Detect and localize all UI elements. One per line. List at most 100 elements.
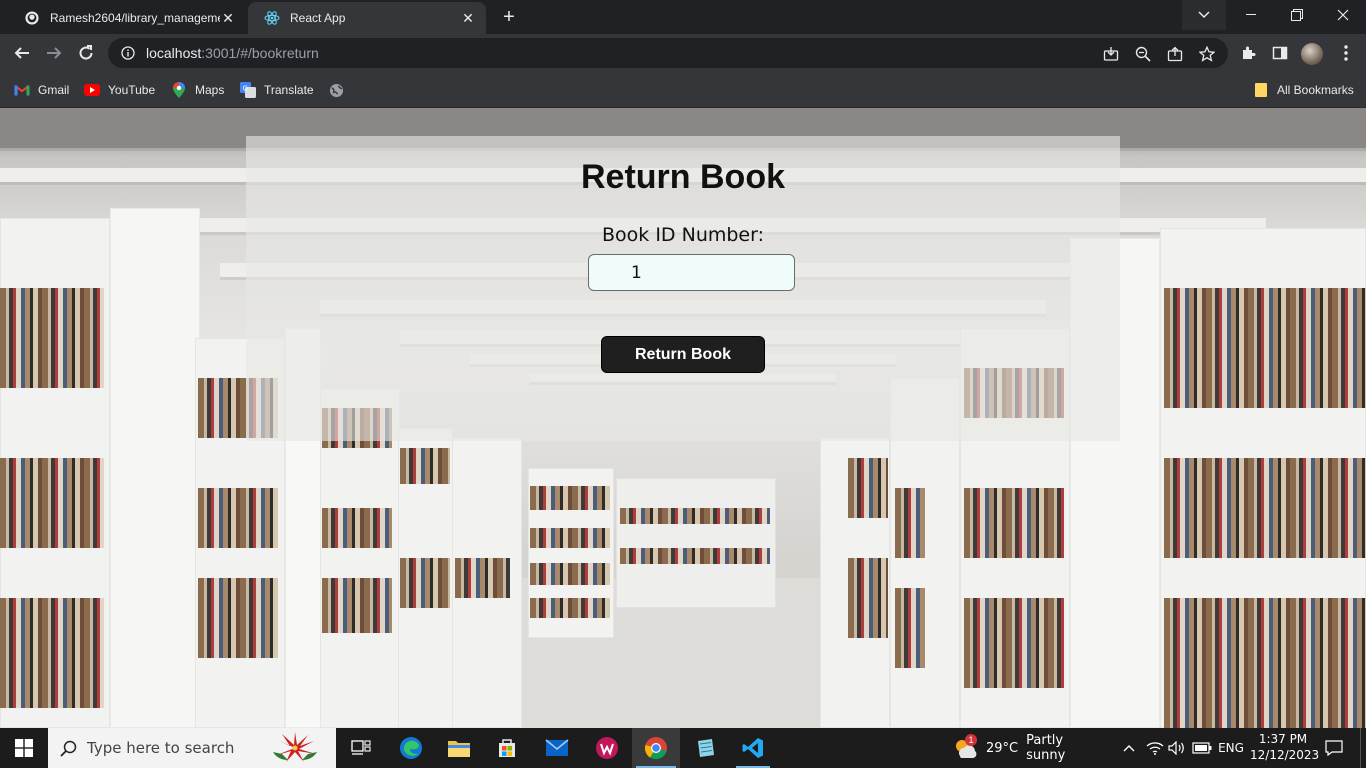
- wps-office-taskbar-button[interactable]: [584, 728, 630, 768]
- network-tray-button[interactable]: [1144, 728, 1166, 768]
- notepad-taskbar-button[interactable]: [682, 728, 728, 768]
- react-icon: [264, 10, 280, 26]
- chrome-icon: [644, 737, 667, 760]
- share-icon[interactable]: [1166, 45, 1184, 63]
- restore-icon: [1291, 9, 1303, 21]
- search-icon: [60, 740, 77, 757]
- clock-time: 1:37 PM: [1258, 732, 1308, 746]
- bookmarks-bar: Gmail YouTube Maps G Translate All Bookm…: [0, 72, 1366, 108]
- chevron-up-icon: [1123, 745, 1135, 752]
- zoom-icon[interactable]: [1134, 45, 1152, 63]
- windows-logo-icon: [15, 739, 33, 757]
- gmail-icon: [14, 82, 30, 98]
- start-button[interactable]: [0, 728, 48, 768]
- volume-tray-button[interactable]: [1166, 728, 1188, 768]
- url-path: :3001/#/bookreturn: [201, 45, 319, 61]
- close-tab-icon[interactable]: ✕: [220, 10, 236, 26]
- page-viewport: Return Book Book ID Number: Return Book: [0, 108, 1366, 728]
- new-tab-button[interactable]: +: [496, 6, 522, 28]
- folder-icon: [1253, 82, 1269, 98]
- browser-toolbar: localhost:3001/#/bookreturn: [0, 34, 1366, 72]
- mail-taskbar-button[interactable]: [534, 728, 580, 768]
- back-button[interactable]: [8, 39, 36, 67]
- partly-sunny-icon: 1: [952, 734, 978, 760]
- wps-office-icon: [596, 737, 618, 759]
- restore-button[interactable]: [1274, 0, 1320, 30]
- bookmark-star-icon[interactable]: [1198, 45, 1216, 63]
- install-app-icon[interactable]: [1102, 45, 1120, 63]
- profile-avatar[interactable]: [1301, 43, 1323, 65]
- edge-icon: [400, 737, 422, 759]
- bookmark-gmail[interactable]: Gmail: [14, 80, 69, 100]
- forward-arrow-icon: [47, 47, 62, 59]
- close-window-button[interactable]: [1320, 0, 1366, 30]
- bookmark-label: Translate: [264, 83, 314, 97]
- battery-tray-button[interactable]: [1190, 728, 1214, 768]
- folder-icon: [448, 741, 470, 757]
- book-id-input[interactable]: [588, 254, 795, 291]
- tab-react-app[interactable]: React App ✕: [248, 2, 486, 34]
- battery-icon: [1192, 742, 1212, 754]
- github-icon: [24, 10, 40, 26]
- bookmark-maps[interactable]: Maps: [171, 80, 224, 100]
- globe-icon: [328, 82, 344, 98]
- clock-date: 12/12/2023: [1250, 748, 1320, 762]
- forward-button[interactable]: [40, 39, 68, 67]
- back-arrow-icon: [14, 47, 29, 59]
- weather-description: Partly sunny: [1026, 733, 1066, 763]
- bookmark-translate[interactable]: G Translate: [240, 80, 314, 100]
- tab-github[interactable]: Ramesh2604/library_manageme ✕: [8, 2, 246, 34]
- youtube-icon: [84, 82, 100, 98]
- side-panel-icon[interactable]: [1270, 43, 1290, 63]
- speaker-icon: [1168, 741, 1184, 755]
- bookmark-label: Gmail: [38, 83, 70, 97]
- store-taskbar-button[interactable]: [484, 728, 530, 768]
- notification-bubble-icon: [1325, 740, 1343, 756]
- book-id-label: Book ID Number:: [602, 224, 764, 246]
- show-hidden-icons-button[interactable]: [1118, 728, 1140, 768]
- edge-taskbar-button[interactable]: [388, 728, 434, 768]
- notifications-button[interactable]: [1318, 728, 1350, 768]
- vscode-icon: [742, 738, 763, 758]
- mail-icon: [545, 739, 569, 756]
- tab-title: Ramesh2604/library_manageme: [50, 11, 220, 25]
- minimize-button[interactable]: [1228, 0, 1274, 30]
- show-desktop-button[interactable]: [1360, 728, 1366, 768]
- minimize-icon: [1246, 14, 1256, 15]
- extensions-icon[interactable]: [1238, 43, 1258, 63]
- bookmark-youtube[interactable]: YouTube: [84, 80, 155, 100]
- translate-icon: G: [240, 82, 256, 98]
- search-placeholder: Type here to search: [87, 739, 235, 757]
- store-icon: [499, 739, 515, 757]
- page-title: Return Book: [581, 158, 785, 196]
- wifi-icon: [1146, 742, 1164, 755]
- vscode-taskbar-button[interactable]: [730, 728, 776, 768]
- site-info-icon[interactable]: [120, 45, 136, 61]
- tab-search-button[interactable]: [1182, 0, 1226, 30]
- maps-icon: [171, 82, 187, 98]
- menu-kebab-icon[interactable]: [1336, 43, 1356, 63]
- bookmark-label: YouTube: [108, 83, 156, 97]
- chrome-taskbar-button[interactable]: [632, 728, 680, 768]
- all-bookmarks-folder[interactable]: All Bookmarks: [1253, 80, 1354, 100]
- return-book-button[interactable]: Return Book: [601, 336, 765, 373]
- poinsettia-icon: [268, 732, 322, 764]
- close-tab-icon[interactable]: ✕: [460, 10, 476, 26]
- reload-button[interactable]: [72, 39, 100, 67]
- system-clock[interactable]: 1:37 PM 12/12/2023: [1250, 731, 1320, 763]
- reload-icon: [79, 45, 93, 60]
- weather-temperature: 29°C: [986, 740, 1019, 756]
- return-book-panel: Return Book Book ID Number: Return Book: [246, 136, 1120, 441]
- task-view-button[interactable]: [338, 728, 384, 768]
- weather-widget[interactable]: 1 29°C Partly sunny: [952, 728, 1104, 768]
- url-host: localhost: [146, 45, 202, 61]
- taskbar-search-box[interactable]: Type here to search: [48, 728, 336, 768]
- all-bookmarks-label: All Bookmarks: [1277, 83, 1354, 97]
- bookmark-globe[interactable]: [328, 80, 352, 100]
- input-language-indicator[interactable]: ENG: [1216, 728, 1246, 768]
- tab-title: React App: [290, 11, 346, 25]
- close-icon: [1337, 9, 1349, 21]
- file-explorer-taskbar-button[interactable]: [436, 728, 482, 768]
- address-bar[interactable]: localhost:3001/#/bookreturn: [108, 38, 1228, 68]
- browser-tab-strip: Ramesh2604/library_manageme ✕ React App …: [0, 0, 1366, 34]
